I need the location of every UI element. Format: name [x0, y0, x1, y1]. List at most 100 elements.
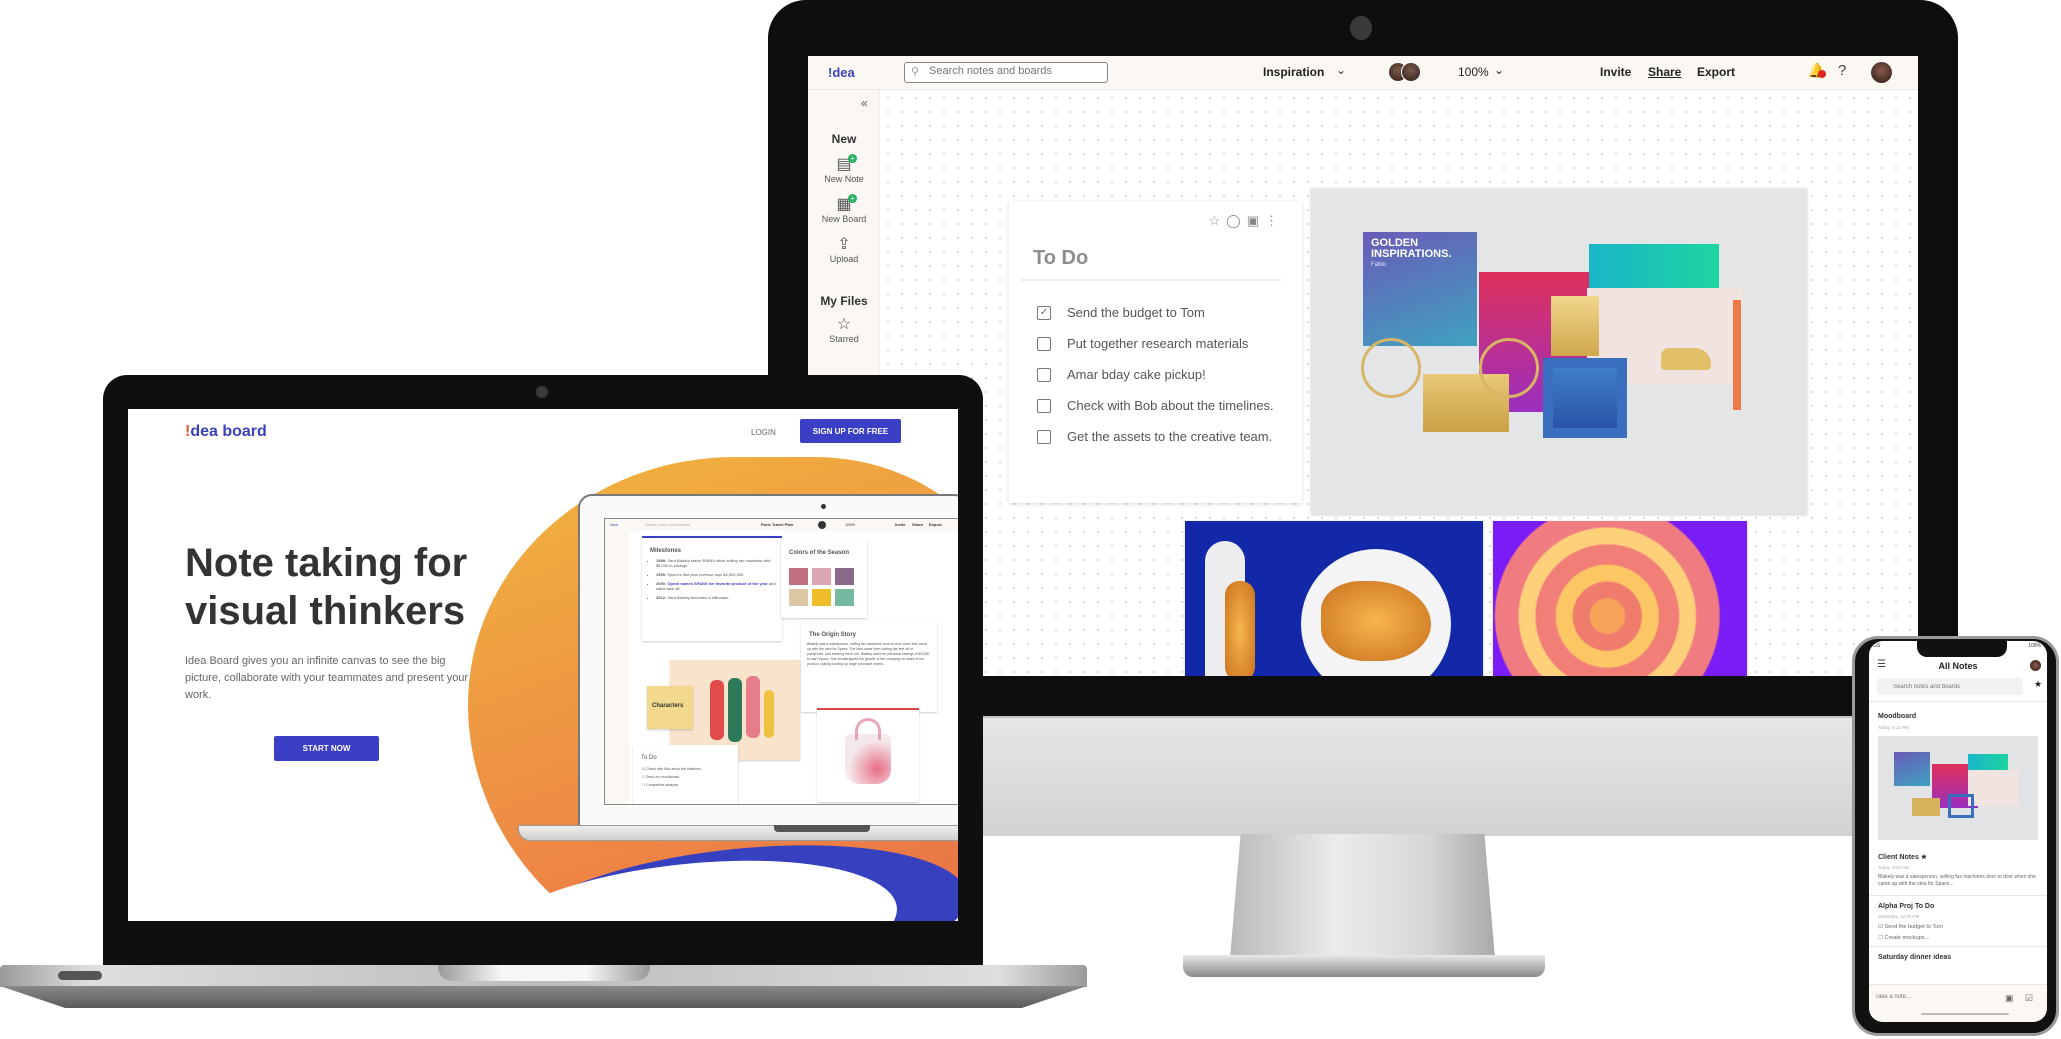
- new-checklist-icon[interactable]: ☑: [2025, 993, 2033, 1004]
- todo-item[interactable]: ✓ Send the budget to Tom: [1037, 297, 1274, 328]
- app-header: !dea ⚲ Inspiration ⌄ 100% ⌄ Invite Share…: [808, 56, 1918, 90]
- note-title[interactable]: Saturday dinner ideas: [1878, 954, 1951, 961]
- preview-sidebar: [605, 531, 629, 804]
- user-avatar[interactable]: [2030, 660, 2041, 671]
- colors-title: Colors of the Season: [789, 550, 850, 556]
- tag-icon[interactable]: ◯: [1226, 213, 1247, 228]
- add-image-icon[interactable]: ▣: [2005, 993, 2014, 1004]
- preview-todo-item: ☐ Competitive analysis: [642, 783, 679, 787]
- star-icon[interactable]: ☆: [1208, 213, 1226, 228]
- colors-card: Colors of the Season: [781, 538, 867, 618]
- moodboard-thumbnail[interactable]: [1878, 736, 2038, 840]
- invite-link[interactable]: Invite: [1600, 65, 1631, 79]
- mobile-search-input[interactable]: [1877, 678, 2023, 695]
- export-link[interactable]: Export: [1697, 65, 1735, 79]
- todo-item[interactable]: ☑ Send the budget to Tom: [1878, 924, 1943, 930]
- note-title[interactable]: Alpha Proj To Do: [1878, 903, 1934, 910]
- starred-filter-icon[interactable]: ★: [2034, 679, 2042, 690]
- app-logo[interactable]: !dea: [828, 65, 855, 80]
- checkbox[interactable]: [1037, 367, 1051, 382]
- comment-icon[interactable]: ▣: [1247, 213, 1265, 228]
- preview-export: Export: [929, 522, 942, 527]
- honey-art-image[interactable]: [1185, 521, 1483, 676]
- laptop-camera: [536, 386, 548, 398]
- sidebar-item-new-note[interactable]: ▤ + New Note: [808, 154, 880, 184]
- collaborator-avatar[interactable]: [1401, 62, 1421, 82]
- preview-zoom: 100%: [845, 522, 856, 527]
- note-title[interactable]: Moodboard: [1878, 713, 1916, 720]
- preview-board-name: Paris Travel Plan: [761, 522, 794, 527]
- preview-todo-item: ☑ Check with Bob about the timelines.: [642, 767, 702, 771]
- sidebar-item-label: New Board: [821, 214, 867, 224]
- divider: [1869, 701, 2047, 702]
- landing-logo[interactable]: !dea board: [185, 423, 267, 441]
- preview-search: Search notes and boards: [645, 522, 690, 527]
- share-link[interactable]: Share: [1648, 65, 1681, 79]
- milestones-card: Milestones 1998: Sara Blakely starts SPA…: [642, 536, 782, 641]
- note-time: Today, 9:20 AM: [1878, 865, 1909, 870]
- sidebar-item-upload[interactable]: ⇪ Upload: [808, 236, 880, 264]
- milestone-item: 1998: Sara Blakely starts SPANX while se…: [656, 558, 782, 568]
- checkbox[interactable]: [1037, 336, 1051, 351]
- new-note-icon: ▤ +: [808, 154, 880, 174]
- user-avatar[interactable]: [1871, 62, 1892, 83]
- upload-icon: ⇪: [837, 236, 851, 253]
- checkbox[interactable]: [1037, 398, 1051, 413]
- sidebar-item-starred[interactable]: ☆ Starred: [808, 316, 880, 344]
- search-input[interactable]: [929, 65, 1104, 77]
- preview-app-screen: !dea Search notes and boards Paris Trave…: [604, 518, 958, 805]
- sidebar-heading-my-files: My Files: [820, 294, 868, 308]
- sidebar-item-new-board[interactable]: ▦ + New Board: [808, 194, 880, 224]
- laptop-opening-notch: [438, 965, 650, 981]
- color-swatch: [812, 589, 831, 606]
- preview-todo-item: ☐ Send our moodboard.: [642, 775, 680, 779]
- zoom-level[interactable]: 100%: [1458, 65, 1489, 79]
- landing-page-screen: !dea board LOGIN SIGN UP FOR FREE Note t…: [128, 409, 958, 921]
- preview-logo: !dea: [610, 522, 618, 527]
- card-toolbar: ☆◯▣⋮: [1208, 213, 1284, 229]
- start-now-button[interactable]: START NOW: [274, 736, 379, 761]
- preview-invite: Invite: [895, 522, 906, 527]
- todo-note-card[interactable]: ☆◯▣⋮ To Do ✓ Send the budget to Tom Put t…: [1009, 201, 1302, 503]
- preview-avatar: [818, 521, 826, 529]
- moodboard-image[interactable]: GOLDEN INSPIRATIONS. Fabio: [1311, 188, 1807, 514]
- todo-item[interactable]: Check with Bob about the timelines.: [1037, 390, 1274, 421]
- more-icon[interactable]: ⋮: [1265, 213, 1284, 228]
- todo-item[interactable]: Put together research materials: [1037, 328, 1274, 359]
- origin-text: Blakely was a salesperson, selling fax m…: [807, 642, 930, 666]
- chevron-down-icon[interactable]: ⌄: [1336, 63, 1346, 77]
- todo-item[interactable]: Get the assets to the creative team.: [1037, 421, 1274, 452]
- color-swatch: [835, 568, 854, 585]
- help-icon[interactable]: ?: [1838, 62, 1846, 79]
- login-link[interactable]: LOGIN: [751, 428, 776, 437]
- handbag-image: [817, 708, 919, 802]
- todo-list: ✓ Send the budget to Tom Put together res…: [1037, 297, 1274, 452]
- milestone-item: 2000: Oprah names SPANX her favorite pro…: [656, 581, 782, 591]
- search-box[interactable]: ⚲: [904, 62, 1108, 83]
- sidebar-heading-new: New: [831, 132, 857, 146]
- color-swatch: [812, 568, 831, 585]
- checkbox-checked[interactable]: ✓: [1037, 305, 1051, 320]
- note-title[interactable]: To Do: [1033, 247, 1088, 270]
- color-swatch: [789, 568, 808, 585]
- preview-todo-title: To Do: [641, 755, 657, 761]
- milestone-item: 1999: Spanx's first year revenue tops $4…: [656, 572, 782, 577]
- note-time: Yesterday, 12:02 PM: [1878, 914, 1920, 919]
- swirl-art-image[interactable]: [1493, 521, 1747, 676]
- board-canvas[interactable]: ☆◯▣⋮ To Do ✓ Send the budget to Tom Put t…: [881, 91, 1918, 676]
- hero-description: Idea Board gives you an infinite canvas …: [185, 655, 469, 701]
- monitor-camera: [1350, 16, 1372, 40]
- checkbox[interactable]: [1037, 429, 1051, 444]
- notification-badge: [1818, 70, 1826, 78]
- todo-item[interactable]: Amar bday cake pickup!: [1037, 359, 1274, 390]
- laptop-port: [58, 971, 102, 980]
- signup-button[interactable]: SIGN UP FOR FREE: [800, 419, 901, 443]
- chevron-down-icon[interactable]: ⌄: [1494, 63, 1504, 77]
- collapse-sidebar-icon[interactable]: «: [861, 96, 868, 110]
- mobile-title: All Notes: [1938, 661, 1978, 671]
- board-selector[interactable]: Inspiration: [1263, 65, 1324, 79]
- mobile-app-screen: GS 100% ☰ All Notes ⚲ ★ Moodboard Today,…: [1869, 641, 2047, 1022]
- note-title[interactable]: Client Notes ★: [1878, 853, 1927, 861]
- take-note-input[interactable]: [1875, 994, 1975, 1000]
- todo-item[interactable]: ☐ Create mockups...: [1878, 935, 1929, 941]
